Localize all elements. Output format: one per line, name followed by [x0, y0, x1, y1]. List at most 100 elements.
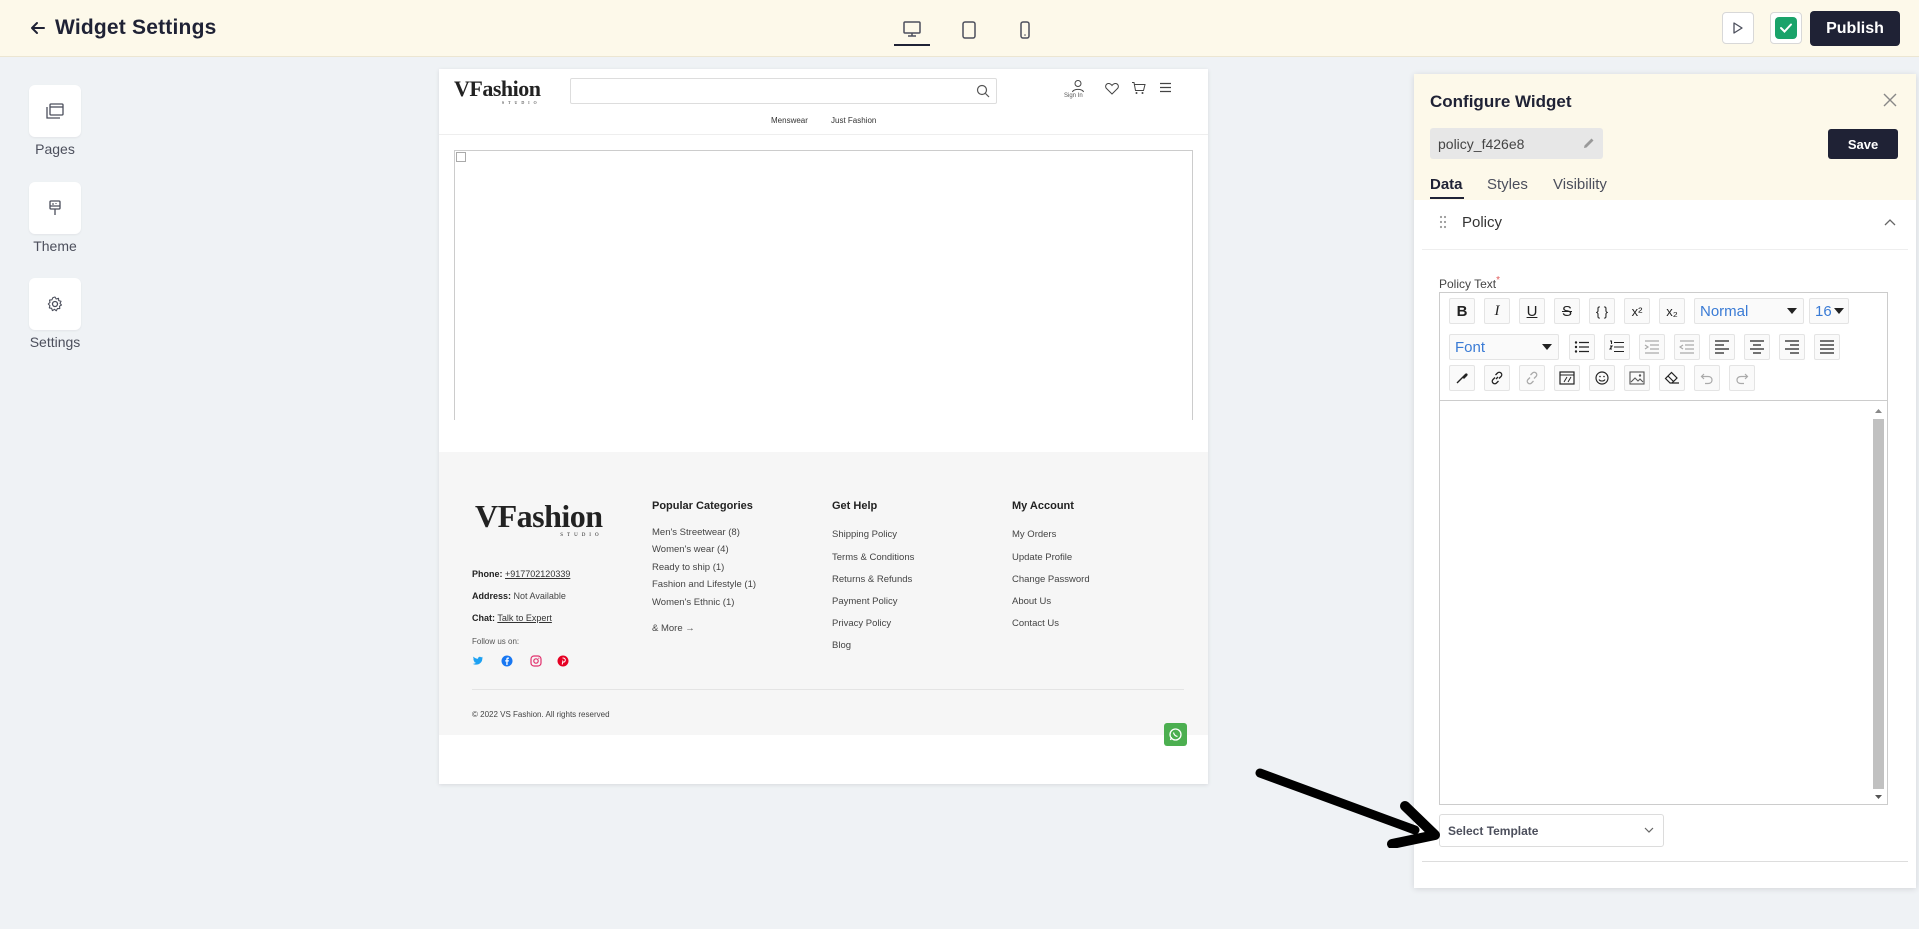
- chevron-up-icon[interactable]: [1884, 218, 1896, 226]
- footer-link: Men's Streetwear (8): [652, 527, 740, 538]
- italic-button[interactable]: I: [1484, 298, 1510, 324]
- emoji-button[interactable]: [1589, 365, 1615, 391]
- publish-button[interactable]: Publish: [1810, 11, 1900, 46]
- editor-scrollbar[interactable]: [1871, 404, 1886, 804]
- site-footer: VFashion STUDIO Phone: +917702120339 Addr…: [439, 452, 1208, 735]
- image-icon: [1629, 371, 1645, 385]
- twitter-icon: [472, 656, 483, 665]
- nav-just-fashion: Just Fashion: [831, 116, 877, 125]
- select-template-dropdown[interactable]: Select Template: [1439, 814, 1664, 847]
- preview-button[interactable]: [1722, 12, 1754, 44]
- indent-icon: [1644, 340, 1659, 354]
- arrow-left-icon[interactable]: [28, 18, 48, 38]
- footer-link: About Us: [1012, 596, 1052, 607]
- bold-button[interactable]: B: [1449, 298, 1475, 324]
- save-button[interactable]: Save: [1828, 129, 1898, 159]
- footer-link: Women's wear (4): [652, 544, 729, 555]
- nav-menswear: Menswear: [771, 116, 808, 125]
- footer-chat: Chat: Talk to Expert: [472, 613, 552, 623]
- pinterest-icon: [557, 655, 569, 667]
- drag-handle-icon[interactable]: [1439, 215, 1447, 229]
- footer-address: Address: Not Available: [472, 591, 566, 601]
- copyright-text: © 2022 VS Fashion. All rights reserved: [472, 710, 610, 719]
- tab-visibility[interactable]: Visibility: [1553, 176, 1607, 193]
- align-left-button[interactable]: [1709, 334, 1735, 360]
- align-right-button[interactable]: [1779, 334, 1805, 360]
- policy-text-editor-area[interactable]: [1440, 401, 1868, 804]
- unlink-button[interactable]: [1519, 365, 1545, 391]
- follow-us-label: Follow us on:: [472, 637, 520, 646]
- close-icon[interactable]: [1882, 92, 1898, 108]
- embed-button[interactable]: [1554, 365, 1580, 391]
- clear-format-button[interactable]: [1659, 365, 1685, 391]
- outdent-button[interactable]: [1674, 334, 1700, 360]
- phone-icon: [1020, 21, 1030, 39]
- tab-data[interactable]: Data: [1430, 176, 1463, 193]
- code-block-button[interactable]: { }: [1589, 298, 1615, 324]
- scroll-up-icon[interactable]: [1871, 406, 1886, 416]
- undo-button[interactable]: [1694, 365, 1720, 391]
- align-center-button[interactable]: [1744, 334, 1770, 360]
- sign-in-label: Sign In: [1064, 93, 1083, 99]
- footer-link: Women's Ethnic (1): [652, 597, 735, 608]
- preview-search-input: [570, 78, 997, 104]
- footer-phone: Phone: +917702120339: [472, 569, 571, 579]
- footer-link: Shipping Policy: [832, 529, 897, 540]
- heading-select[interactable]: Normal: [1694, 298, 1804, 324]
- menu-icon: [1160, 82, 1171, 93]
- page-preview-canvas[interactable]: VFashion STUDIO Sign In Menswear Just Fas…: [439, 69, 1208, 784]
- font-family-select[interactable]: Font: [1449, 334, 1559, 360]
- pencil-icon[interactable]: [1582, 136, 1596, 150]
- chevron-down-icon: [1644, 827, 1654, 833]
- rich-text-editor: B I U S { } x² x₂ Normal 16 Font: [1439, 292, 1888, 805]
- policy-section-header[interactable]: Policy: [1422, 200, 1908, 250]
- subscript-button[interactable]: x₂: [1659, 298, 1685, 324]
- sidebar-label-pages: Pages: [35, 141, 75, 157]
- footer-link: Contact Us: [1012, 618, 1059, 629]
- footer-link: Terms & Conditions: [832, 552, 915, 563]
- strikethrough-button[interactable]: S: [1554, 298, 1580, 324]
- monitor-icon: [903, 21, 921, 37]
- desktop-view-button[interactable]: [894, 14, 930, 46]
- font-size-select[interactable]: 16: [1809, 298, 1849, 324]
- widget-name-input[interactable]: [1430, 128, 1603, 159]
- annotation-arrow-icon: [1255, 768, 1440, 848]
- footer-link: Returns & Refunds: [832, 574, 913, 585]
- undo-icon: [1700, 373, 1713, 385]
- mobile-view-button[interactable]: [1007, 14, 1043, 46]
- footer-link: Payment Policy: [832, 596, 898, 607]
- outdent-icon: [1679, 340, 1694, 354]
- superscript-button[interactable]: x²: [1624, 298, 1650, 324]
- policy-text-label: Policy Text*: [1439, 275, 1501, 291]
- bullet-list-button[interactable]: [1569, 334, 1595, 360]
- footer-divider: [472, 689, 1184, 690]
- top-bar: Widget Settings Publish: [0, 0, 1919, 57]
- site-logo: VFashion STUDIO: [454, 76, 541, 105]
- scrollbar-thumb[interactable]: [1873, 419, 1884, 789]
- numbered-list-button[interactable]: [1604, 334, 1630, 360]
- sidebar-item-pages[interactable]: [29, 85, 81, 137]
- sidebar-item-settings[interactable]: [29, 278, 81, 330]
- tab-styles[interactable]: Styles: [1487, 176, 1528, 193]
- redo-button[interactable]: [1729, 365, 1755, 391]
- redo-icon: [1736, 373, 1749, 385]
- bullet-list-icon: [1574, 341, 1589, 353]
- link-button[interactable]: [1484, 365, 1510, 391]
- footer-col-title-categories: Popular Categories: [652, 500, 753, 512]
- panel-header: Configure Widget Save Data Styles Visibi…: [1414, 74, 1916, 200]
- footer-logo: VFashion STUDIO: [475, 498, 603, 538]
- align-left-icon: [1715, 340, 1729, 354]
- indent-button[interactable]: [1639, 334, 1665, 360]
- scroll-down-icon[interactable]: [1871, 792, 1886, 802]
- save-draft-button[interactable]: [1770, 12, 1802, 44]
- align-justify-button[interactable]: [1814, 334, 1840, 360]
- whatsapp-icon: [1164, 723, 1187, 746]
- sidebar-item-theme[interactable]: [29, 182, 81, 234]
- underline-button[interactable]: U: [1519, 298, 1545, 324]
- tablet-view-button[interactable]: [951, 14, 987, 46]
- section-title: Policy: [1462, 214, 1503, 231]
- footer-link: Change Password: [1012, 574, 1090, 585]
- numbered-list-icon: [1609, 340, 1624, 353]
- text-color-button[interactable]: [1449, 365, 1475, 391]
- image-button[interactable]: [1624, 365, 1650, 391]
